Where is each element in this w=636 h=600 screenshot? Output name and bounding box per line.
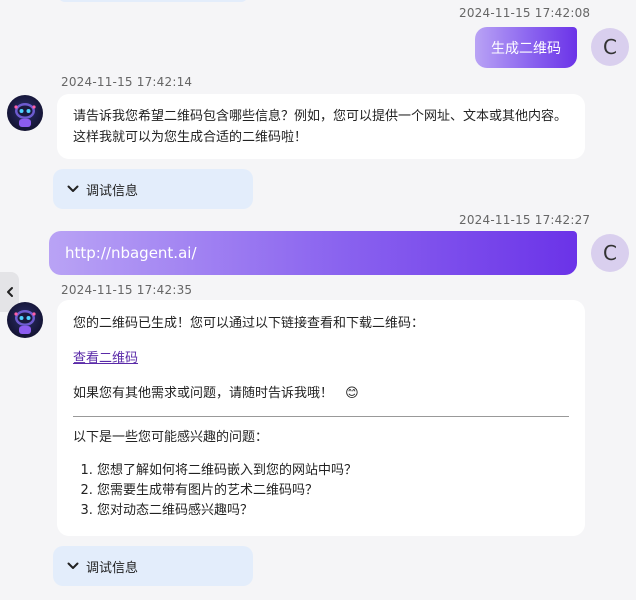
bot-message-text: 请告诉我您希望二维码包含哪些信息？例如，您可以提供一个网址、文本或其他内容。这样… xyxy=(73,109,568,145)
divider xyxy=(73,416,569,417)
debug-info-button[interactable]: 调试信息 xyxy=(53,169,253,209)
bot-intro-text: 您的二维码已生成！您可以通过以下链接查看和下载二维码： xyxy=(73,316,425,331)
smile-emoji-icon: 😊 xyxy=(345,386,359,401)
chevron-left-icon xyxy=(6,287,13,297)
user-message-bubble: 生成二维码 xyxy=(475,27,577,68)
user-avatar: C xyxy=(591,28,629,66)
bot-message-bubble: 您的二维码已生成！您可以通过以下链接查看和下载二维码： 查看二维码 如果您有其他… xyxy=(57,300,585,536)
suggested-question[interactable]: 您对动态二维码感兴趣吗？ xyxy=(97,501,585,521)
robot-icon xyxy=(14,103,36,127)
bot-avatar xyxy=(7,302,43,338)
questions-heading: 以下是一些您可能感兴趣的问题： xyxy=(73,430,269,445)
previous-debug-button[interactable] xyxy=(58,0,248,2)
debug-info-label: 调试信息 xyxy=(86,560,139,576)
message-timestamp: 2024-11-15 17:42:35 xyxy=(61,283,193,297)
message-timestamp: 2024-11-15 17:42:14 xyxy=(61,75,193,89)
message-timestamp: 2024-11-15 17:42:08 xyxy=(459,6,591,20)
bot-message-bubble: 请告诉我您希望二维码包含哪些信息？例如，您可以提供一个网址、文本或其他内容。这样… xyxy=(57,94,585,159)
message-timestamp: 2024-11-15 17:42:27 xyxy=(459,213,591,227)
debug-info-label: 调试信息 xyxy=(86,183,139,199)
user-message-text: 生成二维码 xyxy=(491,40,561,57)
suggested-question[interactable]: 您想了解如何将二维码嵌入到您的网站中吗？ xyxy=(97,461,585,481)
user-message-text: http://nbagent.ai/ xyxy=(65,244,197,262)
suggested-questions: 您想了解如何将二维码嵌入到您的网站中吗？ 您需要生成带有图片的艺术二维码吗？ 您… xyxy=(57,461,585,521)
user-avatar: C xyxy=(591,234,629,272)
chevron-down-icon xyxy=(67,185,79,192)
bot-followup-text: 如果您有其他需求或问题，请随时告诉我哦！ xyxy=(73,386,334,401)
bot-avatar xyxy=(7,95,43,131)
suggested-question[interactable]: 您需要生成带有图片的艺术二维码吗？ xyxy=(97,481,585,501)
chevron-down-icon xyxy=(67,562,79,569)
user-message-bubble: http://nbagent.ai/ xyxy=(49,231,577,275)
robot-icon xyxy=(14,310,36,334)
view-qr-link[interactable]: 查看二维码 xyxy=(73,348,138,369)
bot-followup-line: 如果您有其他需求或问题，请随时告诉我哦！ 😊 xyxy=(73,383,359,404)
debug-info-button[interactable]: 调试信息 xyxy=(53,546,253,586)
